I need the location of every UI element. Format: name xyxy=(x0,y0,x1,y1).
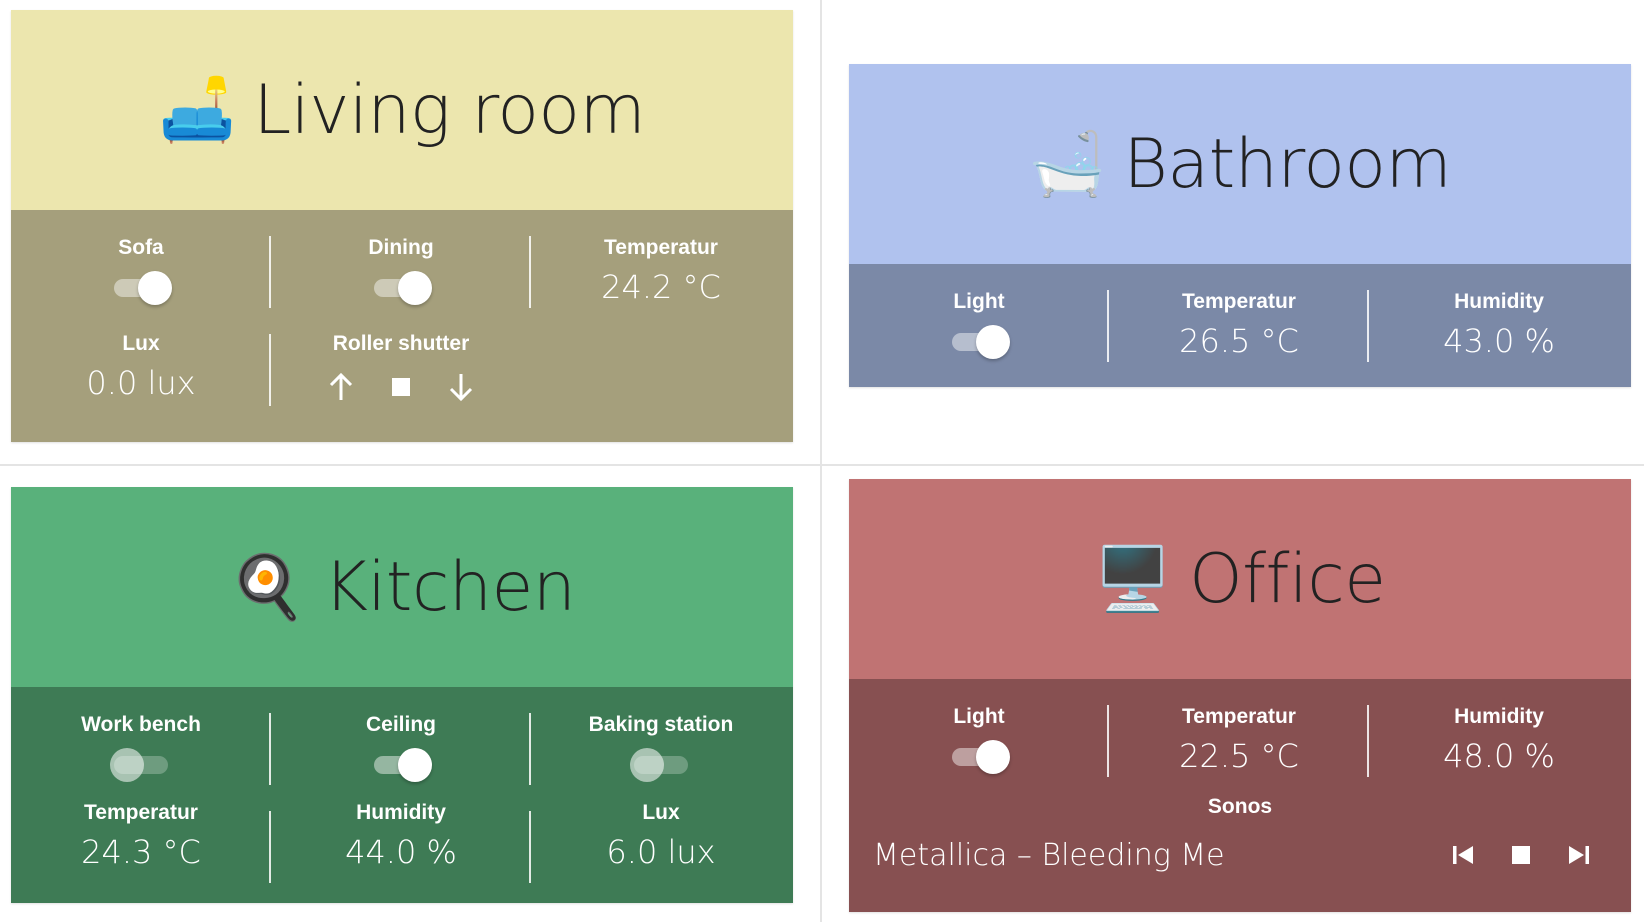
now-playing-title[interactable]: Metallica – Bleeding Me xyxy=(873,838,1225,873)
sofa-icon: 🛋️ xyxy=(158,73,236,146)
humidity-value: 44.0 % xyxy=(345,833,457,871)
lux-entity[interactable]: Lux 6.0 lux xyxy=(531,785,791,903)
entity-label: Temperatur xyxy=(1182,290,1296,313)
arrow-down-icon[interactable] xyxy=(448,372,474,402)
frying-pan-icon: 🍳 xyxy=(228,550,306,623)
stop-icon[interactable] xyxy=(388,372,414,402)
ceiling-entity: Ceiling xyxy=(271,687,531,785)
humidity-entity[interactable]: Humidity 48.0 % xyxy=(1369,679,1629,777)
entity-label: Lux xyxy=(122,332,160,355)
sofa-entity: Sofa xyxy=(11,210,271,308)
light-toggle[interactable] xyxy=(948,324,1010,359)
kitchen-header: 🍳 Kitchen xyxy=(11,487,793,687)
lux-value: 6.0 lux xyxy=(606,833,716,871)
living-room-header: 🛋️ Living room xyxy=(11,10,793,210)
arrow-up-icon[interactable] xyxy=(328,372,354,402)
dining-entity: Dining xyxy=(271,210,531,308)
lux-entity[interactable]: Lux 0.0 lux xyxy=(11,308,271,442)
roller-shutter-entity: Roller shutter xyxy=(271,308,531,442)
kitchen-body: Work bench Ceiling Baking station Temper… xyxy=(11,687,793,903)
entity-label: Humidity xyxy=(1454,290,1544,313)
desktop-computer-icon: 🖥️ xyxy=(1094,542,1172,615)
card-title: Kitchen xyxy=(323,547,576,627)
work-bench-entity: Work bench xyxy=(11,687,271,785)
entity-label: Humidity xyxy=(356,801,446,824)
temperature-value: 22.5 °C xyxy=(1179,737,1299,775)
entity-label: Temperatur xyxy=(604,236,718,259)
entity-label: Temperatur xyxy=(84,801,198,824)
entity-label: Sofa xyxy=(118,236,164,259)
stop-icon[interactable] xyxy=(1507,841,1535,869)
sofa-toggle[interactable] xyxy=(110,270,172,305)
temperature-entity[interactable]: Temperatur 26.5 °C xyxy=(1109,264,1369,362)
bathroom-header: 🛁 Bathroom xyxy=(849,64,1631,264)
living-room-body: Sofa Dining Temperatur 24.2 °C Lux 0.0 l… xyxy=(11,210,793,442)
office-card: 🖥️ Office Light Temperatur 22.5 °C Humid… xyxy=(849,479,1631,912)
temperature-value: 24.3 °C xyxy=(81,833,201,871)
humidity-value: 43.0 % xyxy=(1443,322,1555,360)
bathroom-card: 🛁 Bathroom Light Temperatur 26.5 °C Humi… xyxy=(849,64,1631,387)
card-title: Bathroom xyxy=(1123,124,1452,204)
dining-toggle[interactable] xyxy=(370,270,432,305)
temperature-value: 24.2 °C xyxy=(601,268,721,306)
bathtub-icon: 🛁 xyxy=(1028,127,1106,200)
temperature-entity[interactable]: Temperatur 22.5 °C xyxy=(1109,679,1369,777)
temperature-entity[interactable]: Temperatur 24.2 °C xyxy=(531,210,791,308)
entity-label: Ceiling xyxy=(365,713,436,736)
entity-label: Dining xyxy=(368,236,434,259)
ceiling-toggle[interactable] xyxy=(370,747,432,782)
entity-label: Roller shutter xyxy=(332,332,470,355)
humidity-entity[interactable]: Humidity 43.0 % xyxy=(1369,264,1629,360)
kitchen-card: 🍳 Kitchen Work bench Ceiling Baking stat… xyxy=(11,487,793,903)
skip-previous-icon[interactable] xyxy=(1449,841,1477,869)
bathroom-body: Light Temperatur 26.5 °C Humidity 43.0 % xyxy=(849,264,1631,387)
humidity-entity[interactable]: Humidity 44.0 % xyxy=(271,785,531,903)
entity-label: Lux xyxy=(642,801,680,824)
entity-label: Light xyxy=(953,705,1005,728)
card-title: Living room xyxy=(253,70,646,150)
entity-label: Light xyxy=(953,290,1005,313)
grid-divider-vertical xyxy=(820,0,822,922)
entity-label: Work bench xyxy=(81,713,201,736)
entity-label: Baking station xyxy=(588,713,734,736)
card-title: Office xyxy=(1189,539,1386,619)
entity-label: Humidity xyxy=(1454,705,1544,728)
temperature-value: 26.5 °C xyxy=(1179,322,1299,360)
baking-station-toggle[interactable] xyxy=(630,747,692,782)
work-bench-toggle[interactable] xyxy=(110,747,172,782)
sonos-player: Sonos Metallica – Bleeding Me xyxy=(849,795,1631,891)
living-room-card: 🛋️ Living room Sofa Dining Temperatur 24… xyxy=(11,10,793,442)
temperature-entity[interactable]: Temperatur 24.3 °C xyxy=(11,785,271,903)
light-toggle[interactable] xyxy=(948,739,1010,774)
office-body: Light Temperatur 22.5 °C Humidity 48.0 %… xyxy=(849,679,1631,912)
office-header: 🖥️ Office xyxy=(849,479,1631,679)
skip-next-icon[interactable] xyxy=(1565,841,1593,869)
lux-value: 0.0 lux xyxy=(86,364,196,402)
sonos-label: Sonos xyxy=(1207,795,1273,818)
entity-label: Temperatur xyxy=(1182,705,1296,728)
grid-divider-horizontal xyxy=(0,464,1644,466)
humidity-value: 48.0 % xyxy=(1443,737,1555,775)
light-entity: Light xyxy=(849,264,1109,362)
light-entity: Light xyxy=(849,679,1109,777)
baking-station-entity: Baking station xyxy=(531,687,791,785)
